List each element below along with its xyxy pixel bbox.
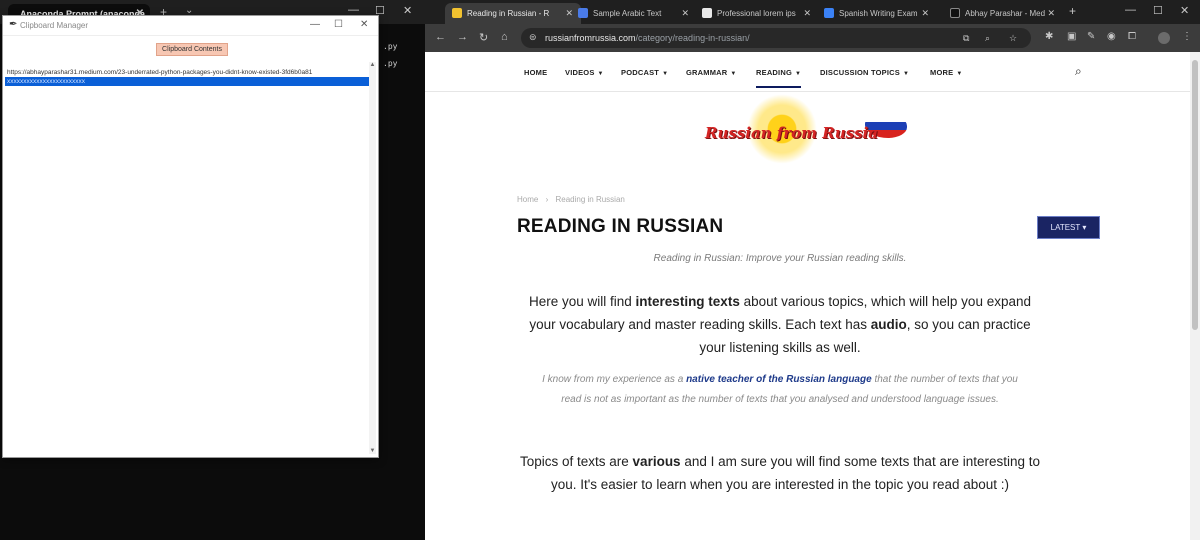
breadcrumb: Home › Reading in Russian (517, 195, 625, 204)
nav-more[interactable]: MORE ▼ (930, 68, 962, 77)
clipboard-list[interactable]: https://abhayparashar31.medium.com/23-un… (5, 68, 370, 453)
extension-icon[interactable]: ✱ (1045, 31, 1053, 42)
teacher-quote: I know from my experience as a native te… (542, 374, 1018, 405)
close-icon[interactable]: ✕ (360, 19, 368, 30)
tab-title: Sample Arabic Text (593, 9, 662, 18)
browser-window: Reading in Russian - R ✕ Sample Arabic T… (425, 0, 1200, 540)
terminal-text: .py (383, 42, 398, 51)
maximize-icon[interactable]: ☐ (1153, 4, 1163, 17)
site-logo[interactable]: Russian from Russia (705, 92, 915, 178)
terminal-text: .py (383, 59, 398, 68)
avatar[interactable] (1158, 32, 1170, 44)
chevron-down-icon: ▾ (1082, 223, 1087, 232)
clipboard-manager-window: ✒ Clipboard Manager — ☐ ✕ Clipboard Cont… (2, 15, 379, 458)
page-scrollbar[interactable] (1190, 52, 1200, 540)
close-icon[interactable]: ✕ (681, 8, 689, 19)
bookmark-star-icon[interactable]: ☆ (1009, 33, 1017, 44)
list-item[interactable]: xxxxxxxxxxxxxxxxxxxxxxxx (5, 77, 370, 86)
breadcrumb-current: Reading in Russian (555, 195, 625, 204)
site-info-icon[interactable]: ⊜ (529, 32, 537, 43)
zoom-icon[interactable]: ⌕ (985, 33, 990, 44)
favicon-icon (702, 8, 712, 18)
back-icon[interactable]: ← (435, 31, 446, 43)
tab-professional-lorem-ipsum[interactable]: Professional lorem ips ✕ (695, 3, 819, 24)
tab-spanish-writing-exam[interactable]: Spanish Writing Exam ✕ (817, 3, 937, 24)
extension-icon[interactable]: ▣ (1067, 31, 1076, 42)
url-text: russianfromrussia.com/category/reading-i… (545, 33, 750, 43)
nav-videos[interactable]: VIDEOS ▼ (565, 68, 604, 77)
search-icon[interactable]: ⌕ (1075, 64, 1082, 79)
page-title: READING IN RUSSIAN (517, 216, 724, 237)
site-navigation: HOME VIDEOS ▼ PODCAST ▼ GRAMMAR ▼ READING ▼ … (425, 52, 1190, 92)
favicon-icon (824, 8, 834, 18)
chevron-down-icon: ▼ (795, 71, 802, 77)
chevron-down-icon: ▼ (730, 71, 737, 77)
latest-sort-button[interactable]: LATEST ▾ (1037, 216, 1100, 239)
extensions-puzzle-icon[interactable]: ⧠ (1128, 31, 1136, 42)
scrollbar[interactable]: ▲ ▼ (369, 62, 376, 454)
close-icon[interactable]: ✕ (921, 8, 929, 19)
new-tab-icon[interactable]: + (1069, 4, 1076, 18)
topics-paragraph: Topics of texts are various and I am sur… (519, 454, 1041, 492)
breadcrumb-home[interactable]: Home (517, 195, 538, 204)
close-icon[interactable]: ✕ (803, 8, 811, 19)
tab-sample-arabic-text[interactable]: Sample Arabic Text ✕ (571, 3, 697, 24)
tab-title: Professional lorem ips (717, 9, 796, 18)
clipboard-contents-label: Clipboard Contents (156, 43, 228, 56)
logo-text: Russian from Russia (705, 124, 878, 142)
category-subtitle: Reading in Russian: Improve your Russian… (653, 253, 907, 264)
translate-icon[interactable]: ⧉ (963, 33, 969, 44)
chevron-down-icon: ▼ (597, 71, 604, 77)
browser-toolbar: ← → ↻ ⌂ ⊜ russianfromrussia.com/category… (425, 24, 1200, 52)
list-item[interactable]: https://abhayparashar31.medium.com/23-un… (5, 68, 370, 77)
browser-tabstrip: Reading in Russian - R ✕ Sample Arabic T… (425, 0, 1200, 24)
clipboard-titlebar: ✒ Clipboard Manager — ☐ ✕ (3, 16, 378, 36)
favicon-icon (950, 8, 960, 18)
home-icon[interactable]: ⌂ (501, 31, 508, 43)
favicon-icon (578, 8, 588, 18)
scroll-up-icon[interactable]: ▲ (369, 62, 376, 68)
nav-discussion-topics[interactable]: DISCUSSION TOPICS ▼ (820, 68, 909, 77)
tab-abhay-parashar-medium[interactable]: Abhay Parashar - Med ✕ (943, 3, 1063, 24)
forward-icon[interactable]: → (457, 31, 468, 43)
address-bar[interactable]: ⊜ russianfromrussia.com/category/reading… (521, 28, 1031, 48)
window-title: Clipboard Manager (20, 21, 89, 30)
favicon-icon (452, 8, 462, 18)
close-icon[interactable]: ✕ (1047, 8, 1055, 19)
scrollbar-thumb[interactable] (1192, 60, 1198, 330)
chevron-down-icon: ▼ (662, 71, 669, 77)
tab-reading-in-russian[interactable]: Reading in Russian - R ✕ (445, 3, 581, 24)
tab-title: Reading in Russian - R (467, 9, 550, 18)
maximize-icon[interactable]: ☐ (334, 19, 343, 30)
nav-home[interactable]: HOME (524, 68, 547, 77)
intro-paragraph: Here you will find interesting texts abo… (529, 294, 1031, 355)
menu-icon[interactable]: ⋮ (1182, 31, 1192, 42)
minimize-icon[interactable]: — (1125, 4, 1136, 16)
web-page: HOME VIDEOS ▼ PODCAST ▼ GRAMMAR ▼ READING ▼ … (425, 52, 1190, 540)
minimize-icon[interactable]: — (310, 19, 320, 30)
chevron-down-icon: ▼ (956, 71, 963, 77)
tab-title: Spanish Writing Exam (839, 9, 918, 18)
feather-icon: ✒ (9, 19, 18, 30)
nav-podcast[interactable]: PODCAST ▼ (621, 68, 668, 77)
chevron-down-icon: ▼ (902, 71, 910, 77)
tab-title: Abhay Parashar - Med (965, 9, 1046, 18)
native-teacher-link[interactable]: native teacher of the Russian language (686, 374, 872, 385)
close-icon[interactable]: ✕ (403, 4, 412, 17)
extension-icon[interactable]: ◉ (1107, 31, 1116, 42)
breadcrumb-separator: › (545, 195, 549, 204)
close-icon[interactable]: ✕ (1180, 4, 1189, 17)
extension-icon[interactable]: ✎ (1087, 31, 1095, 42)
reload-icon[interactable]: ↻ (479, 31, 488, 44)
nav-grammar[interactable]: GRAMMAR ▼ (686, 68, 737, 77)
nav-reading[interactable]: READING ▼ (756, 68, 802, 88)
scroll-down-icon[interactable]: ▼ (369, 448, 376, 454)
